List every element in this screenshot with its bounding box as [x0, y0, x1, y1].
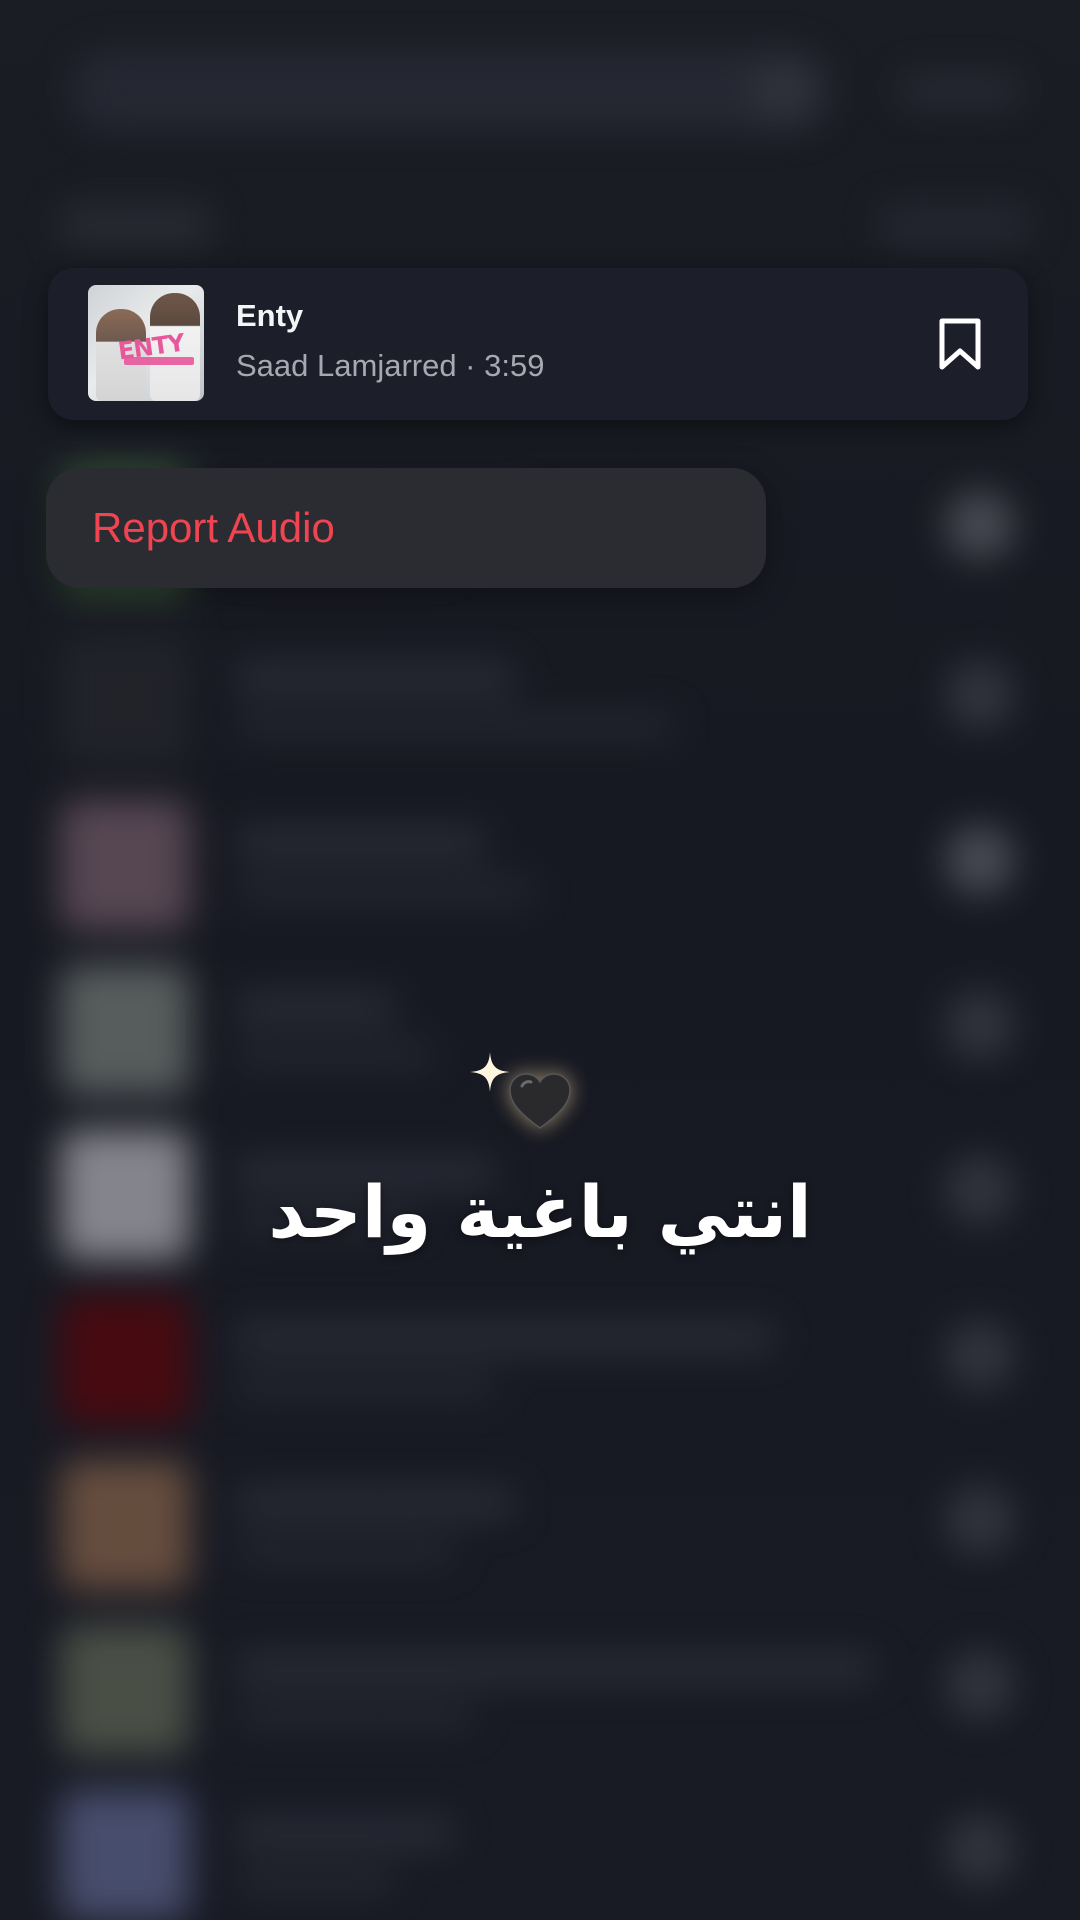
report-audio-menu-item[interactable]: Report Audio — [92, 504, 335, 552]
sparkle-icon — [470, 1052, 510, 1092]
audio-context-screen: ENTY Enty Saad Lamjarred · 3:59 Report A… — [0, 0, 1080, 1920]
blurred-section-heading — [60, 205, 210, 245]
blurred-list-item — [0, 625, 1080, 765]
track-artist-duration: Saad Lamjarred · 3:59 — [236, 348, 545, 383]
track-title: Enty — [236, 298, 304, 333]
context-menu: Report Audio — [46, 468, 766, 588]
black-heart-icon — [509, 1073, 571, 1129]
blurred-cancel-button — [900, 75, 1020, 105]
blurred-list-item — [0, 1450, 1080, 1590]
blurred-search-bar — [70, 50, 830, 130]
blurred-list-item — [0, 1780, 1080, 1920]
blurred-list-item — [0, 1615, 1080, 1755]
caption-text: انتي باغية واحد — [268, 1170, 812, 1254]
blurred-search-action — [750, 55, 820, 125]
bookmark-icon — [939, 318, 981, 370]
blurred-list-item — [0, 1285, 1080, 1425]
audio-card[interactable]: ENTY Enty Saad Lamjarred · 3:59 — [48, 268, 1028, 420]
blurred-see-all — [880, 205, 1030, 245]
album-cover: ENTY — [88, 285, 204, 401]
save-audio-button[interactable] — [930, 314, 990, 374]
blurred-list-item — [0, 790, 1080, 930]
